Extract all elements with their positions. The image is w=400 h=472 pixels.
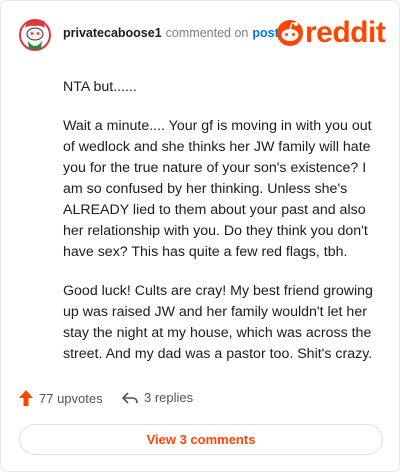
comment-paragraph: Good luck! Cults are cray! My best frien… — [63, 283, 373, 362]
reddit-wordmark: reddit — [305, 16, 386, 49]
reddit-logo-icon — [277, 20, 303, 46]
comment-paragraph: Wait a minute.... Your gf is moving in w… — [63, 118, 372, 260]
comment-card: privatecaboose1 commented on post reddit N… — [0, 0, 400, 472]
reply-arrow-icon — [122, 391, 138, 404]
byline: privatecaboose1 commented on post — [63, 26, 279, 40]
reddit-logo[interactable]: reddit — [275, 16, 386, 49]
snoo-avatar-icon — [19, 19, 51, 51]
upvote-count: 77 upvotes — [39, 390, 103, 406]
upvote-button[interactable]: 77 upvotes — [19, 390, 103, 406]
comment-header: privatecaboose1 commented on post reddit — [19, 15, 386, 55]
comment-paragraph: NTA but...... — [63, 79, 137, 95]
username-link[interactable]: privatecaboose1 — [63, 26, 162, 40]
replies-count: 3 replies — [144, 390, 194, 405]
upvote-arrow-icon — [19, 390, 33, 406]
avatar[interactable] — [19, 17, 51, 53]
view-comments-button[interactable]: View 3 comments — [19, 424, 383, 455]
comment-body: NTA but...... Wait a minute.... Your gf … — [63, 77, 377, 383]
replies-button[interactable]: 3 replies — [122, 390, 193, 405]
commented-on-text: commented on — [165, 26, 249, 40]
